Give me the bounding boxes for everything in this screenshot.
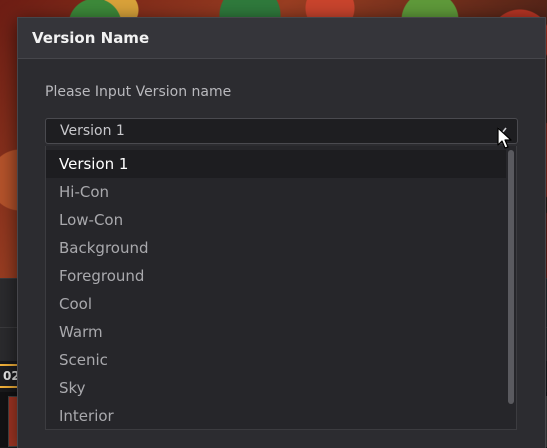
dropdown-option[interactable]: Low-Con [46,206,506,234]
dropdown-scrollbar[interactable] [508,150,514,404]
dropdown-option[interactable]: Warm [46,318,506,346]
dropdown-option[interactable]: Background [46,234,506,262]
dropdown-option[interactable]: Cool [46,290,506,318]
version-name-dropdown-list: Version 1 Hi-Con Low-Con Background Fore… [45,146,517,430]
combobox-value: Version 1 [60,123,125,139]
version-name-prompt: Please Input Version name [45,84,232,100]
version-name-combobox[interactable]: Version 1 [45,118,518,144]
dropdown-option[interactable]: Scenic [46,346,506,374]
dropdown-option[interactable]: Interior [46,402,506,430]
dropdown-option[interactable]: Hi-Con [46,178,506,206]
dropdown-option[interactable]: Version 1 [46,150,506,178]
mouse-pointer-icon [497,127,512,149]
dropdown-option[interactable]: Foreground [46,262,506,290]
dialog-title: Version Name [18,18,545,59]
dropdown-option[interactable]: Sky [46,374,506,402]
